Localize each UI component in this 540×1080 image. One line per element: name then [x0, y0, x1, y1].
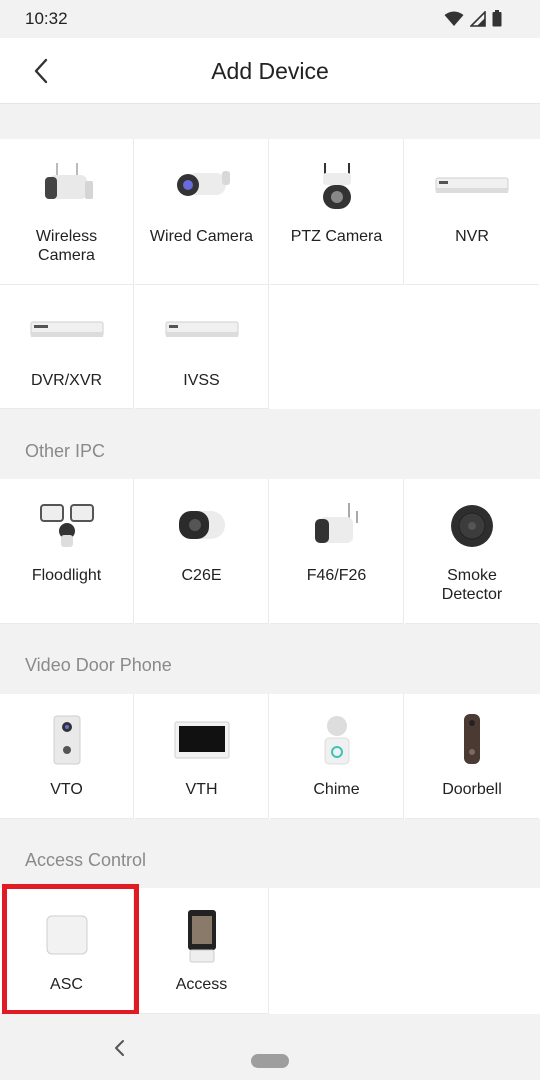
system-nav-bar — [0, 1014, 540, 1080]
signal-icon — [470, 10, 486, 27]
device-tile-vto[interactable]: VTO — [0, 694, 134, 819]
device-label: Wired Camera — [149, 228, 254, 245]
device-label: VTO — [50, 781, 83, 798]
device-tile-chime[interactable]: Chime — [270, 694, 404, 819]
section-title-video-door-phone: Video Door Phone — [25, 655, 172, 675]
device-tile-smoke-detector[interactable]: Smoke Detector — [405, 479, 539, 624]
device-tile-vth[interactable]: VTH — [135, 694, 269, 819]
device-tile-asc[interactable]: ASC — [0, 888, 134, 1014]
device-label: PTZ Camera — [290, 228, 383, 245]
device-grid-access-control: ASC Access — [0, 888, 540, 1014]
device-tile-ptz-camera[interactable]: PTZ Camera — [270, 139, 404, 285]
device-grid-door-phone: VTO VTH Chime Doorbell — [0, 694, 540, 819]
device-label: Floodlight — [31, 567, 102, 584]
device-tile-c26e[interactable]: C26E — [135, 479, 269, 624]
device-label: Smoke Detector — [441, 567, 503, 603]
device-label: Access — [175, 976, 228, 993]
device-label: DVR/XVR — [30, 372, 103, 389]
device-label: F46/F26 — [306, 567, 367, 584]
battery-icon — [492, 10, 502, 27]
section-title-access-control: Access Control — [25, 850, 147, 870]
status-bar: 10:32 — [0, 0, 540, 38]
device-tile-wireless-camera[interactable]: Wireless Camera — [0, 139, 134, 285]
section-title-other-ipc: Other IPC — [25, 441, 106, 461]
device-label: ASC — [50, 976, 83, 993]
smoke-detector-icon — [451, 505, 493, 547]
nav-back-icon[interactable] — [108, 1036, 132, 1060]
device-tile-nvr[interactable]: NVR — [405, 139, 539, 285]
access-icon — [187, 910, 216, 963]
device-label: NVR — [455, 228, 489, 245]
ptz-camera-icon — [322, 163, 351, 209]
nvr-icon — [435, 177, 509, 193]
device-grid-main: Wireless Camera Wired Camera PTZ Camera … — [0, 139, 540, 409]
device-tile-access[interactable]: Access — [135, 888, 269, 1014]
wireless-camera-icon — [44, 163, 93, 199]
asc-icon — [46, 915, 87, 955]
f46-camera-icon — [314, 503, 358, 543]
nav-home-button[interactable] — [251, 1054, 289, 1068]
device-label: Chime — [313, 781, 360, 798]
floodlight-icon — [39, 504, 94, 547]
device-tile-floodlight[interactable]: Floodlight — [0, 479, 134, 624]
wifi-icon — [444, 11, 464, 26]
device-tile-ivss[interactable]: IVSS — [135, 285, 269, 409]
c26e-icon — [178, 511, 225, 539]
device-label: IVSS — [183, 372, 220, 389]
vth-icon — [174, 721, 229, 759]
chime-icon — [324, 716, 349, 765]
device-grid-other-ipc: Floodlight C26E F46/F26 Smoke Detector — [0, 479, 540, 624]
device-tile-doorbell[interactable]: Doorbell — [405, 694, 539, 819]
device-label: Wireless Camera — [35, 228, 98, 264]
doorbell-icon — [464, 714, 480, 764]
app-header: Add Device — [0, 38, 540, 104]
status-icons — [444, 10, 502, 27]
dvr-icon — [30, 321, 103, 337]
device-label: VTH — [185, 781, 218, 798]
vto-icon — [53, 715, 80, 765]
status-time: 10:32 — [25, 9, 68, 28]
device-tile-wired-camera[interactable]: Wired Camera — [135, 139, 269, 285]
ivss-icon — [165, 321, 238, 337]
wired-camera-icon — [176, 171, 230, 196]
device-label: Doorbell — [442, 781, 502, 798]
page-title: Add Device — [211, 58, 329, 84]
device-label: C26E — [181, 567, 222, 584]
device-tile-dvr-xvr[interactable]: DVR/XVR — [0, 285, 134, 409]
device-tile-f46-f26[interactable]: F46/F26 — [270, 479, 404, 624]
